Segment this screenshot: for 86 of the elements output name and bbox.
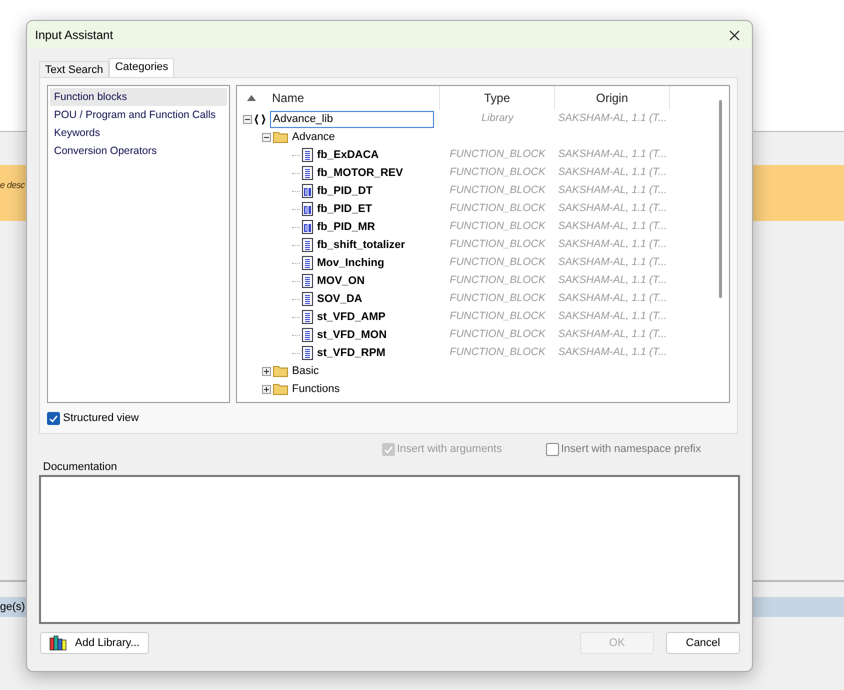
checkbox[interactable]	[47, 412, 60, 425]
braces-icon	[254, 114, 266, 124]
tab[interactable]: Text Search	[39, 61, 110, 77]
type-text: Library	[481, 112, 514, 124]
checkbox-label: Structured view	[63, 411, 139, 426]
tree-item-label[interactable]: fb_MOTOR_REV	[317, 164, 403, 182]
tree-item-label[interactable]: st_VFD_MON	[317, 326, 387, 344]
cancel-button[interactable]: Cancel	[666, 632, 740, 654]
origin-text: SAKSHAM-AL, 1.1 (T...	[558, 238, 667, 250]
tree-item-label[interactable]: st_VFD_RPM	[317, 344, 386, 362]
checkbox-label: Insert with arguments	[396, 442, 502, 457]
type-text: FUNCTION_BLOCK	[450, 346, 546, 358]
type-text: FUNCTION_BLOCK	[450, 166, 546, 178]
origin-text: SAKSHAM-AL, 1.1 (T...	[558, 220, 667, 232]
close-icon	[729, 30, 740, 41]
status-text: ge(s)	[0, 600, 26, 615]
origin-text: SAKSHAM-AL, 1.1 (T...	[558, 328, 667, 340]
banner-text: e desc	[0, 179, 25, 192]
origin-text: SAKSHAM-AL, 1.1 (T...	[558, 148, 667, 160]
tree-item-label[interactable]: Mov_Inching	[317, 254, 384, 272]
column-header[interactable]: Name	[237, 86, 440, 110]
checkbox[interactable]	[546, 443, 559, 456]
origin-text: SAKSHAM-AL, 1.1 (T...	[558, 166, 667, 178]
tree-item-label[interactable]: Functions	[292, 380, 340, 398]
tab[interactable]: Categories	[109, 58, 174, 77]
tree-item-label[interactable]: SOV_DA	[317, 290, 362, 308]
origin-text: SAKSHAM-AL, 1.1 (T...	[558, 202, 667, 214]
origin-text: SAKSHAM-AL, 1.1 (T...	[558, 346, 667, 358]
origin-text: SAKSHAM-AL, 1.1 (T...	[558, 292, 667, 304]
column-header[interactable]: Origin	[555, 86, 670, 110]
origin-text: SAKSHAM-AL, 1.1 (T...	[558, 256, 667, 268]
tree-item-label[interactable]: fb_PID_DT	[317, 182, 373, 200]
category-item[interactable]: Function blocks	[50, 88, 227, 106]
type-text: FUNCTION_BLOCK	[450, 148, 546, 160]
type-text: FUNCTION_BLOCK	[450, 274, 546, 286]
category-item[interactable]: POU / Program and Function Calls	[50, 106, 227, 124]
documentation-label: Documentation	[43, 460, 118, 474]
name-field[interactable]: Advance_lib	[270, 110, 434, 128]
type-text: FUNCTION_BLOCK	[450, 202, 546, 214]
diagram-document-icon	[302, 184, 313, 198]
diagram-document-icon	[302, 220, 313, 234]
type-text: FUNCTION_BLOCK	[450, 292, 546, 304]
tree-item-label[interactable]: fb_PID_MR	[317, 218, 376, 236]
document-icon	[302, 292, 313, 306]
origin-text: SAKSHAM-AL, 1.1 (T...	[558, 310, 667, 322]
document-icon	[302, 166, 313, 180]
window-title: Input Assistant	[35, 26, 114, 44]
diagram-document-icon	[302, 202, 313, 216]
tree-item-label[interactable]: MOV_ON	[317, 272, 365, 290]
add-library-button[interactable]: Add Library...	[40, 632, 149, 654]
expand-toggle[interactable]	[262, 132, 271, 142]
expand-toggle[interactable]	[262, 384, 271, 394]
type-text: FUNCTION_BLOCK	[450, 238, 546, 250]
type-text: FUNCTION_BLOCK	[450, 256, 546, 268]
document-icon	[302, 310, 313, 324]
origin-text: SAKSHAM-AL, 1.1 (T...	[558, 274, 667, 286]
sort-icon[interactable]	[247, 95, 256, 101]
books-icon	[49, 635, 67, 651]
document-icon	[302, 328, 313, 342]
document-icon	[302, 238, 313, 252]
type-text: FUNCTION_BLOCK	[450, 310, 546, 322]
origin-text: SAKSHAM-AL, 1.1 (T...	[558, 184, 667, 196]
tree-item-label[interactable]: fb_shift_totalizer	[317, 236, 406, 254]
tree-item-label[interactable]: Basic	[292, 362, 319, 380]
tree-item-label[interactable]: Advance	[292, 128, 335, 146]
folder-icon	[273, 383, 288, 395]
document-icon	[302, 256, 313, 270]
tree-item-label[interactable]: fb_PID_ET	[317, 200, 372, 218]
type-text: FUNCTION_BLOCK	[450, 328, 546, 340]
tree-item-label[interactable]: st_VFD_AMP	[317, 308, 386, 326]
document-icon	[302, 148, 313, 162]
tree-item-label[interactable]: fb_ExDACA	[317, 146, 379, 164]
type-text: FUNCTION_BLOCK	[450, 184, 546, 196]
column-header[interactable]: Type	[440, 86, 555, 110]
scrollbar-thumb[interactable]	[719, 100, 722, 298]
column-title: Name	[272, 90, 304, 107]
expand-toggle[interactable]	[262, 366, 271, 376]
document-icon	[302, 346, 313, 360]
document-icon	[302, 274, 313, 288]
folder-icon	[273, 365, 288, 377]
category-item[interactable]: Conversion Operators	[50, 142, 227, 160]
category-item[interactable]: Keywords	[50, 124, 227, 142]
origin-text: SAKSHAM-AL, 1.1 (T...	[558, 112, 667, 124]
expand-toggle[interactable]	[243, 114, 252, 124]
checkbox-label: Insert with namespace prefix	[560, 442, 701, 457]
type-text: FUNCTION_BLOCK	[450, 220, 546, 232]
